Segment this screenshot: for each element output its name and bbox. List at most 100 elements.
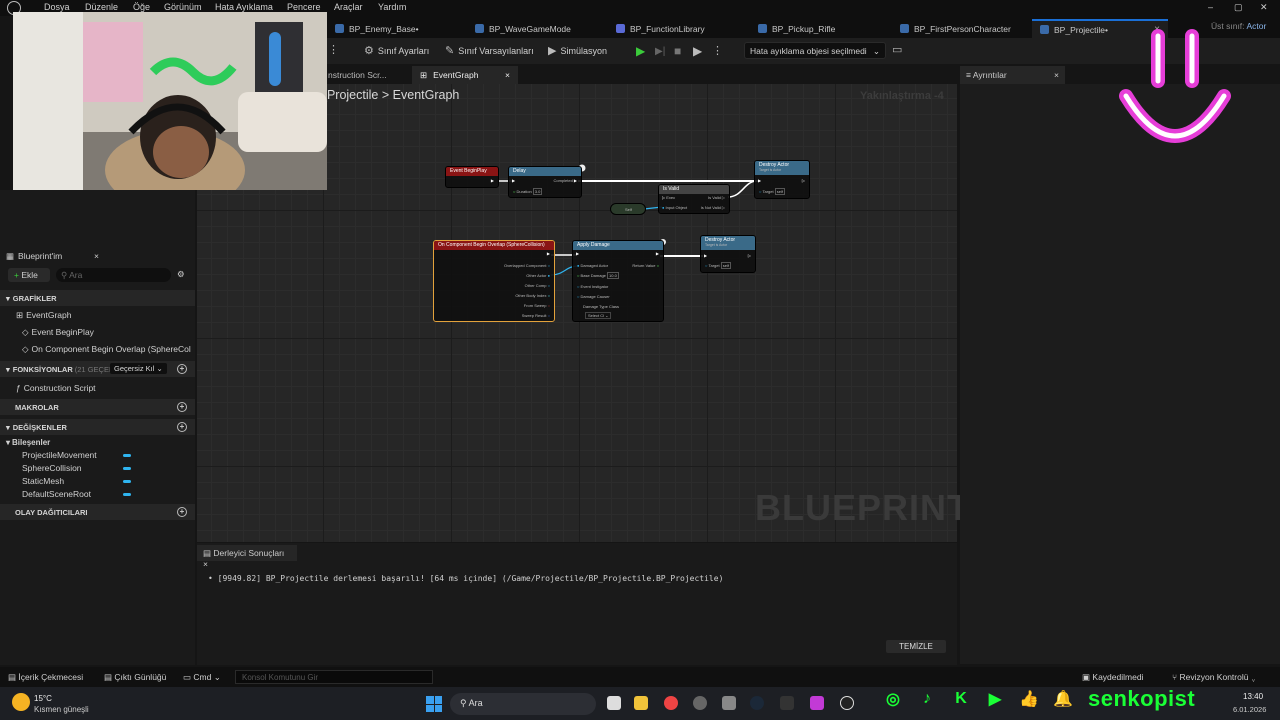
windows-start-icon[interactable] [426, 696, 442, 712]
overlap-pin-other-body-index[interactable]: Other Body Index ○ [515, 293, 550, 298]
blueprint-icon: ▦ [6, 250, 15, 261]
task-view-icon[interactable] [607, 696, 621, 710]
node-header: On Component Begin Overlap (SphereCollis… [434, 241, 554, 250]
override-label: Geçersiz Kıl [114, 364, 155, 373]
apply-pin-damage-causer[interactable]: ○ Damage Causer [577, 294, 610, 299]
is-not-valid-out-pin[interactable]: Is Not Valid ▷ [701, 205, 725, 210]
steam-icon[interactable] [750, 696, 764, 710]
override-dropdown[interactable]: Geçersiz Kıl ⌄ [110, 363, 167, 374]
section-event-dispatchers[interactable]: OLAY DAĞITICILARI + [0, 504, 195, 520]
output-log-button[interactable]: ▤ Çıktı Günlüğü [104, 672, 166, 683]
cmd-dropdown[interactable]: ▭ Cmd ⌄ [183, 672, 221, 683]
add-function-icon[interactable]: + [177, 364, 187, 374]
app-icon[interactable] [810, 696, 824, 710]
console-command-input[interactable]: Konsol Komutunu Gir [235, 670, 433, 684]
exec-in-pin-icon[interactable]: ▶ [758, 178, 761, 183]
delay-completed-pin[interactable]: Completed ▶ [553, 178, 577, 183]
exec-in-pin-icon[interactable]: ▶ [704, 253, 707, 258]
section-macros[interactable]: MAKROLAR + [0, 399, 195, 415]
node-delay[interactable]: Delay ▶ Completed ▶ ○ Duration 3.0 [508, 166, 582, 198]
variable-label: StaticMesh [22, 476, 65, 486]
section-functions[interactable]: ▾ FONKSİYONLAR (21 GEÇERSİ Geçersiz Kıl … [0, 361, 195, 377]
overlap-pin-overlapped-component[interactable]: Overlapped Component ○ [504, 263, 550, 268]
close-tab-icon[interactable]: × [1054, 70, 1059, 80]
list-item-on-component-overlap[interactable]: ◇ On Component Begin Overlap (SphereCol [0, 343, 195, 355]
is-valid-input-pin[interactable]: ● Input Object [662, 205, 687, 210]
variable-staticmesh[interactable]: StaticMesh [0, 475, 195, 487]
node-apply-damage[interactable]: Apply Damage ▶ ▶ ● Damaged Actor Return … [572, 240, 664, 322]
compiler-icon: ▤ [203, 548, 212, 558]
my-blueprint-title: Blueprint'im [18, 251, 63, 261]
add-dispatcher-icon[interactable]: + [177, 507, 187, 517]
self-label: Self [625, 207, 632, 212]
apply-damage-type-select[interactable]: Select Cl ⌄ [585, 312, 612, 319]
tab-compiler-results[interactable]: ▤ Derleyici Sonuçları × [197, 545, 297, 569]
event-icon: ◇ [22, 326, 29, 337]
exec-pin-icon[interactable]: ▶ [491, 178, 494, 183]
chrome-icon[interactable] [664, 696, 678, 710]
variable-label: DefaultSceneRoot [22, 489, 91, 499]
variable-spherecollision[interactable]: SphereCollision [0, 462, 195, 474]
tab-details[interactable]: ≡ Ayrıntılar × [960, 66, 1065, 84]
node-title: Event BeginPlay [446, 167, 498, 176]
weather-icon [12, 693, 30, 711]
file-explorer-icon[interactable] [634, 696, 648, 710]
apply-pin-damaged-actor[interactable]: ● Damaged Actor [577, 263, 608, 268]
variable-projectilemovement[interactable]: ProjectileMovement [0, 449, 195, 461]
variable-defaultsceneroot[interactable]: DefaultSceneRoot [0, 488, 195, 500]
search-input[interactable]: ⚲ Ara [56, 268, 171, 282]
destroy-target-pin[interactable]: ○ Target self [759, 188, 785, 195]
node-destroy-actor-2[interactable]: Destroy Actor Target is Actor ▶ ▷ ○ Targ… [700, 235, 756, 273]
exec-out-pin-icon[interactable]: ▷ [802, 178, 805, 183]
exec-in-pin-icon[interactable]: ▶ [512, 178, 515, 183]
exec-out-pin-icon[interactable]: ▷ [748, 253, 751, 258]
close-tab-icon[interactable]: × [94, 251, 99, 261]
epic-games-icon[interactable] [780, 696, 794, 710]
search-placeholder: Ara [69, 270, 83, 280]
section-graphs[interactable]: ▾ GRAFİKLER [0, 290, 195, 306]
delay-duration-pin[interactable]: ○ Duration 3.0 [513, 188, 543, 195]
weather-temp[interactable]: 15°C [34, 694, 52, 703]
list-item-event-beginplay[interactable]: ◇ Event BeginPlay [0, 326, 195, 338]
section-variables[interactable]: ▾ DEĞİŞKENLER + [0, 419, 195, 435]
add-button[interactable]: + Ekle [8, 268, 50, 282]
node-title: Delay [509, 167, 581, 176]
is-valid-exec-pin[interactable]: ▷ Exec [662, 195, 675, 200]
github-icon[interactable] [693, 696, 707, 710]
log-icon: ▤ [104, 672, 113, 682]
apply-return-value-pin[interactable]: Return Value ○ [632, 263, 659, 268]
add-variable-icon[interactable]: + [177, 422, 187, 432]
overlap-pin-sweep-result[interactable]: Sweep Result ○ [522, 313, 550, 318]
overlap-pin-from-sweep[interactable]: From Sweep ○ [524, 303, 550, 308]
destroy-target-pin[interactable]: ○ Target self [705, 262, 731, 269]
apply-pin-damage-type-class[interactable]: Damage Type Class [583, 304, 619, 309]
exec-out-pin-icon[interactable]: ▶ [547, 251, 550, 256]
node-on-component-begin-overlap[interactable]: On Component Begin Overlap (SphereCollis… [433, 240, 555, 322]
overlap-pin-other-actor[interactable]: Other Actor ● [526, 273, 550, 278]
add-macro-icon[interactable]: + [177, 402, 187, 412]
unreal-engine-icon[interactable] [840, 696, 854, 710]
gear-icon[interactable]: ⚙ [177, 269, 185, 280]
exec-out-pin-icon[interactable]: ▶ [656, 251, 659, 256]
node-event-beginplay[interactable]: Event BeginPlay ▶ [445, 166, 499, 188]
is-valid-out-pin[interactable]: Is Valid ▷ [708, 195, 725, 200]
cmd-label: Cmd [193, 672, 212, 682]
node-self[interactable]: Self [610, 203, 646, 215]
apply-pin-base-damage[interactable]: ○ Base Damage 10.0 [577, 272, 619, 279]
node-is-valid[interactable]: Is Valid ▷ Exec ● Input Object Is Valid … [658, 184, 730, 214]
close-tab-icon[interactable]: × [203, 559, 208, 569]
clock-time[interactable]: 13:40 [1243, 692, 1263, 701]
list-item-eventgraph[interactable]: ⊞ EventGraph [0, 309, 195, 321]
content-drawer-label: İçerik Çekmecesi [18, 672, 84, 682]
content-drawer-button[interactable]: ▤ İçerik Çekmecesi [8, 672, 83, 683]
components-category[interactable]: ▾ Bileşenler [0, 436, 195, 448]
overlap-pin-other-comp[interactable]: Other Comp ○ [525, 283, 550, 288]
list-item-construction-script[interactable]: ƒ Construction Script [0, 382, 195, 394]
clear-button[interactable]: TEMİZLE [886, 640, 946, 653]
store-icon[interactable] [722, 696, 736, 710]
apply-pin-event-instigator[interactable]: ○ Event Instigator [577, 284, 608, 289]
node-destroy-actor-1[interactable]: Destroy Actor Target is Actor ▶ ▷ ○ Targ… [754, 160, 810, 199]
taskbar-search[interactable]: ⚲ Ara [450, 693, 596, 715]
console-icon: ▭ [183, 672, 192, 682]
exec-in-pin-icon[interactable]: ▶ [576, 251, 579, 256]
